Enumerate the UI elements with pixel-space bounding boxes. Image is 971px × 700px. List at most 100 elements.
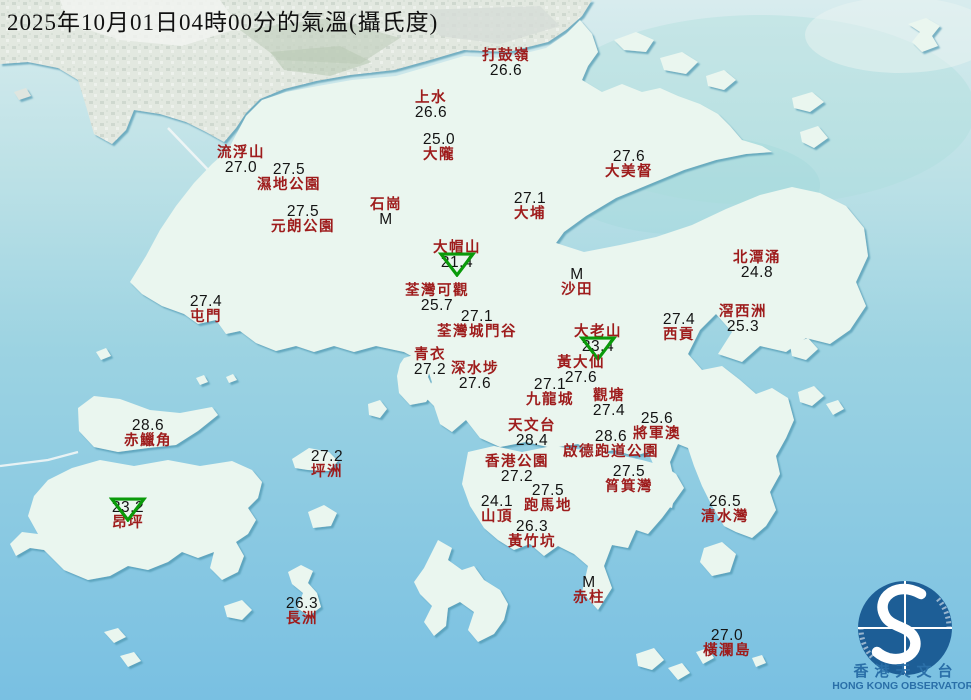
station-temperature: M bbox=[379, 212, 392, 227]
station-label: 27.5筲箕灣 bbox=[605, 464, 653, 494]
station-name: 打鼓嶺 bbox=[482, 48, 530, 63]
station-label: 上水26.6 bbox=[415, 90, 447, 120]
logo-title-zh: 香港天文台 bbox=[824, 663, 971, 680]
station-label: 27.1大埔 bbox=[514, 191, 546, 221]
station-label: 26.3長洲 bbox=[286, 596, 318, 626]
station-name: 元朗公園 bbox=[271, 219, 335, 234]
station-label: 27.0橫瀾島 bbox=[703, 628, 751, 658]
station-label: 27.4屯門 bbox=[190, 294, 222, 324]
station-label: 27.1荃灣城門谷 bbox=[437, 309, 517, 339]
station-name: 上水 bbox=[415, 90, 447, 105]
station-name: 荃灣城門谷 bbox=[437, 324, 517, 339]
station-temperature: 23.2 bbox=[112, 500, 144, 515]
station-label: 滘西洲25.3 bbox=[719, 304, 767, 334]
station-label: 28.6赤鱲角 bbox=[124, 418, 172, 448]
station-label: 28.6啟德跑道公園 bbox=[563, 429, 659, 459]
station-temperature: 27.5 bbox=[613, 464, 645, 479]
station-name: 滘西洲 bbox=[719, 304, 767, 319]
station-name: 啟德跑道公園 bbox=[563, 444, 659, 459]
station-name: 赤柱 bbox=[573, 590, 605, 605]
station-label: 北潭涌24.8 bbox=[733, 250, 781, 280]
station-temperature: 23.4 bbox=[582, 339, 614, 354]
station-label: 青衣27.2 bbox=[414, 347, 446, 377]
station-name: 大帽山 bbox=[433, 240, 481, 255]
station-temperature: 27.0 bbox=[225, 160, 257, 175]
station-name: 西貢 bbox=[663, 327, 695, 342]
station-name: 香港公園 bbox=[485, 454, 549, 469]
station-name: 青衣 bbox=[414, 347, 446, 362]
station-name: 大隴 bbox=[423, 147, 455, 162]
station-label: 大老山23.4 bbox=[574, 324, 622, 354]
station-name: 沙田 bbox=[561, 282, 593, 297]
hko-logo-text: 香港天文台 HONG KONG OBSERVATORY bbox=[824, 663, 971, 693]
station-name: 坪洲 bbox=[311, 464, 343, 479]
station-temperature: 26.3 bbox=[516, 519, 548, 534]
station-temperature: 27.5 bbox=[287, 204, 319, 219]
station-name: 濕地公園 bbox=[257, 177, 321, 192]
station-label: 27.6大美督 bbox=[605, 149, 653, 179]
station-temperature: 27.5 bbox=[273, 162, 305, 177]
station-label: 打鼓嶺26.6 bbox=[482, 48, 530, 78]
station-temperature: 25.6 bbox=[641, 411, 673, 426]
station-temperature: M bbox=[582, 575, 595, 590]
station-temperature: 27.2 bbox=[501, 469, 533, 484]
station-label: 23.2昂坪 bbox=[112, 500, 144, 530]
station-temperature: 24.1 bbox=[481, 494, 513, 509]
station-name: 大美督 bbox=[605, 164, 653, 179]
station-temperature: 27.1 bbox=[514, 191, 546, 206]
station-temperature: 27.5 bbox=[532, 483, 564, 498]
station-name: 筲箕灣 bbox=[605, 479, 653, 494]
station-name: 昂坪 bbox=[112, 515, 144, 530]
station-label: 25.0大隴 bbox=[423, 132, 455, 162]
station-name: 大老山 bbox=[574, 324, 622, 339]
temperature-map-canvas: 2025年10月01日04時00分的氣溫(攝氏度) 打鼓嶺26.6上水26.62… bbox=[0, 0, 971, 700]
station-temperature: M bbox=[570, 267, 583, 282]
station-temperature: 26.6 bbox=[490, 63, 522, 78]
station-temperature: 27.1 bbox=[461, 309, 493, 324]
station-name: 黃竹坑 bbox=[508, 534, 556, 549]
station-name: 北潭涌 bbox=[733, 250, 781, 265]
logo-title-en: HONG KONG OBSERVATORY bbox=[824, 680, 971, 693]
station-temperature: 27.4 bbox=[593, 403, 625, 418]
station-temperature: 28.4 bbox=[516, 433, 548, 448]
station-name: 荃灣可觀 bbox=[405, 283, 469, 298]
station-temperature: 25.3 bbox=[727, 319, 759, 334]
station-name: 流浮山 bbox=[217, 145, 265, 160]
station-temperature: 27.1 bbox=[534, 377, 566, 392]
station-name: 九龍城 bbox=[526, 392, 574, 407]
station-label: 27.4西貢 bbox=[663, 312, 695, 342]
station-label: 天文台28.4 bbox=[508, 418, 556, 448]
station-label: M赤柱 bbox=[573, 575, 605, 605]
station-label: 石崗M bbox=[370, 197, 402, 227]
station-label: 27.5跑馬地 bbox=[524, 483, 572, 513]
station-label: 26.3黃竹坑 bbox=[508, 519, 556, 549]
station-label: M沙田 bbox=[561, 267, 593, 297]
station-temperature: 26.5 bbox=[709, 494, 741, 509]
station-temperature: 28.6 bbox=[595, 429, 627, 444]
station-label: 香港公園27.2 bbox=[485, 454, 549, 484]
station-temperature: 28.6 bbox=[132, 418, 164, 433]
station-label: 26.5清水灣 bbox=[701, 494, 749, 524]
station-label: 觀塘27.4 bbox=[593, 388, 625, 418]
station-name: 橫瀾島 bbox=[703, 643, 751, 658]
station-name: 天文台 bbox=[508, 418, 556, 433]
station-temperature: 27.4 bbox=[190, 294, 222, 309]
station-label: 27.5濕地公園 bbox=[257, 162, 321, 192]
station-temperature: 27.6 bbox=[459, 376, 491, 391]
hong-kong-map bbox=[0, 0, 971, 700]
station-temperature: 24.8 bbox=[741, 265, 773, 280]
station-label: 27.5元朗公園 bbox=[271, 204, 335, 234]
station-temperature: 21.4 bbox=[441, 255, 473, 270]
map-title: 2025年10月01日04時00分的氣溫(攝氏度) bbox=[7, 3, 438, 37]
station-name: 大埔 bbox=[514, 206, 546, 221]
station-name: 觀塘 bbox=[593, 388, 625, 403]
station-name: 屯門 bbox=[190, 309, 222, 324]
station-name: 石崗 bbox=[370, 197, 402, 212]
station-name: 赤鱲角 bbox=[124, 433, 172, 448]
station-temperature: 27.6 bbox=[613, 149, 645, 164]
station-label: 27.1九龍城 bbox=[526, 377, 574, 407]
station-temperature: 27.2 bbox=[311, 449, 343, 464]
station-temperature: 27.4 bbox=[663, 312, 695, 327]
station-temperature: 26.3 bbox=[286, 596, 318, 611]
station-name: 長洲 bbox=[286, 611, 318, 626]
